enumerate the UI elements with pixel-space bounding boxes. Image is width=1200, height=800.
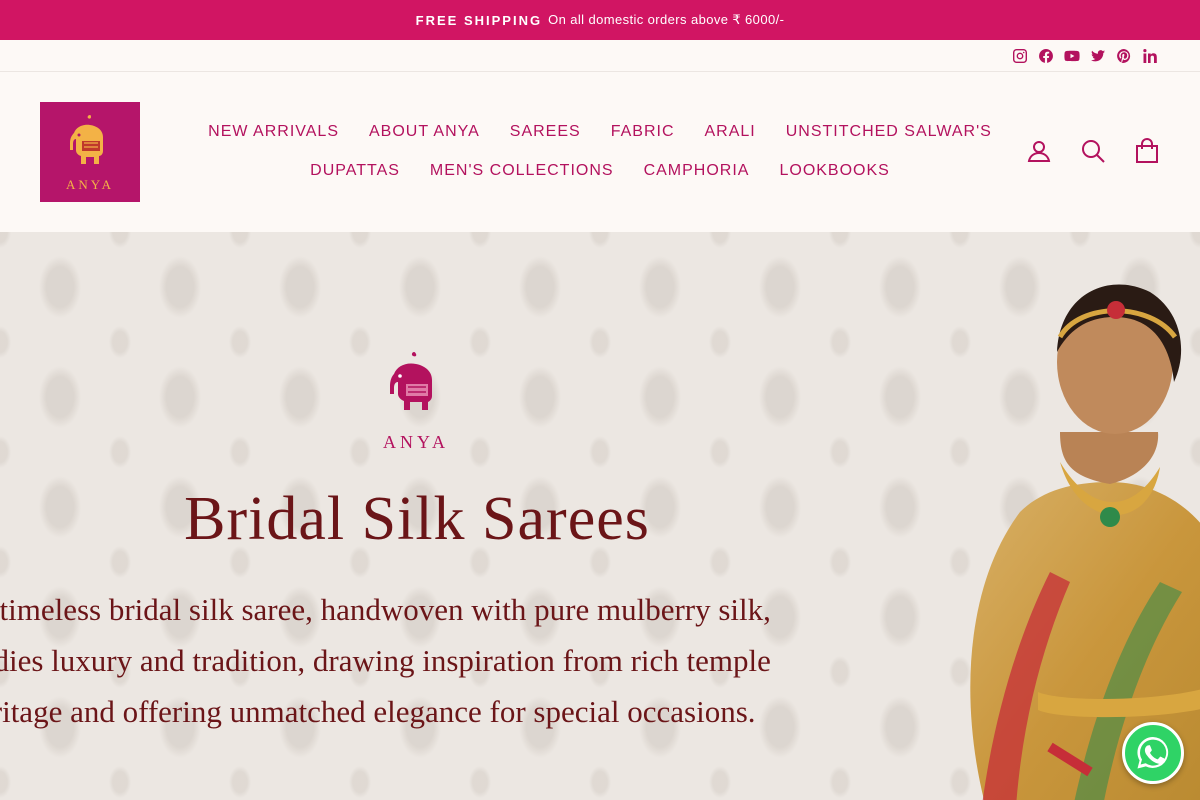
nav-dupattas[interactable]: DUPATTAS (310, 162, 400, 180)
site-header: ANYA NEW ARRIVALS ABOUT ANYA SAREES FABR… (0, 72, 1200, 232)
announcement-bar: FREE SHIPPING On all domestic orders abo… (0, 0, 1200, 40)
nav-new-arrivals[interactable]: NEW ARRIVALS (208, 123, 339, 141)
hero-logo-text: ANYA (382, 432, 449, 452)
hero-line-1: e timeless bridal silk saree, handwoven … (0, 592, 771, 627)
facebook-icon[interactable] (1038, 48, 1054, 64)
nav-about-anya[interactable]: ABOUT ANYA (369, 123, 480, 141)
hero-line-3: eritage and offering unmatched elegance … (0, 694, 756, 729)
nav-sarees[interactable]: SAREES (510, 123, 581, 141)
nav-arali[interactable]: ARALI (705, 123, 756, 141)
user-icon[interactable] (1026, 138, 1052, 164)
cart-icon[interactable] (1134, 138, 1160, 164)
youtube-icon[interactable] (1064, 48, 1080, 64)
hero-line-2: odies luxury and tradition, drawing insp… (0, 643, 771, 678)
hero-description: e timeless bridal silk saree, handwoven … (0, 584, 938, 737)
nav-unstitched-salwars[interactable]: UNSTITCHED SALWAR'S (786, 123, 992, 141)
search-icon[interactable] (1080, 138, 1106, 164)
instagram-icon[interactable] (1012, 48, 1028, 64)
nav-lookbooks[interactable]: LOOKBOOKS (779, 162, 889, 180)
social-bar (0, 40, 1200, 72)
elephant-logo-icon (70, 115, 103, 164)
model-photo (970, 284, 1200, 800)
linkedin-icon[interactable] (1142, 48, 1158, 64)
brand-logo[interactable]: ANYA (40, 102, 140, 202)
nav-camphoria[interactable]: CAMPHORIA (644, 162, 750, 180)
whatsapp-icon (1137, 736, 1169, 769)
logo-text: ANYA (65, 177, 115, 192)
hero-banner[interactable]: ANYA Bridal Silk Sarees e timeless brida… (0, 232, 1200, 800)
nav-mens-collections[interactable]: MEN'S COLLECTIONS (430, 162, 614, 180)
announcement-strong: FREE SHIPPING (415, 12, 543, 28)
hero-title: Bridal Silk Sarees (184, 485, 650, 553)
nav-fabric[interactable]: FABRIC (611, 123, 675, 141)
hero-elephant-icon (390, 352, 432, 410)
header-icons (1026, 138, 1160, 164)
pinterest-icon[interactable] (1116, 48, 1132, 64)
announcement-text: On all domestic orders above ₹ 6000/- (548, 12, 785, 27)
main-nav: NEW ARRIVALS ABOUT ANYA SAREES FABRIC AR… (190, 112, 1010, 190)
whatsapp-chat-button[interactable] (1122, 722, 1184, 784)
twitter-icon[interactable] (1090, 48, 1106, 64)
